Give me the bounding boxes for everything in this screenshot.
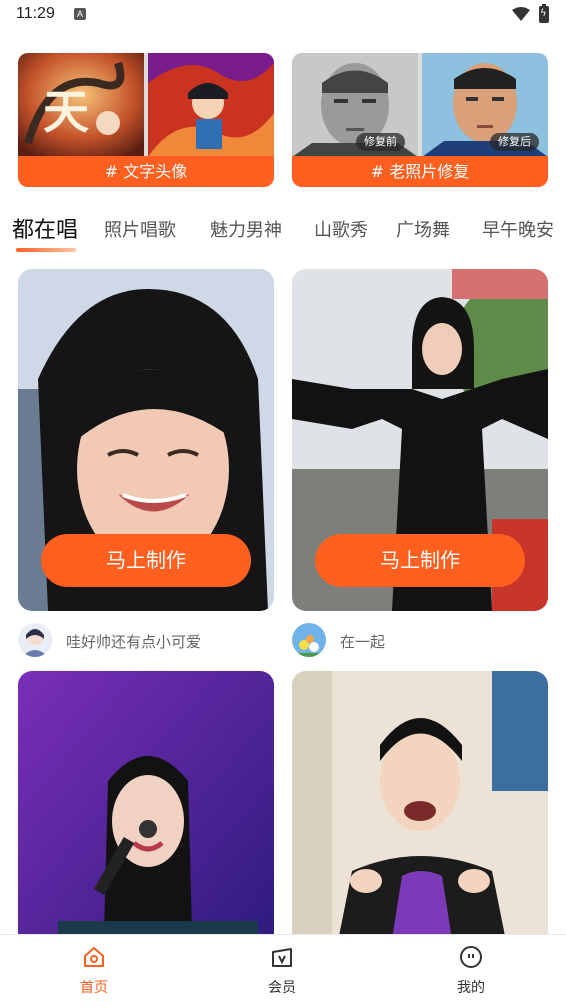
feature-text-avatar[interactable]: 天 # 文字头像 bbox=[18, 53, 274, 187]
tab-charming-men[interactable]: 魅力男神 bbox=[210, 216, 282, 242]
nav-home[interactable]: 首页 bbox=[34, 935, 154, 1007]
tab-greetings[interactable]: 早午晚安 bbox=[482, 216, 554, 242]
creator-name: 哇好帅还有点小可爱 bbox=[66, 633, 202, 651]
feature-text-avatar-label: # 文字头像 bbox=[18, 156, 274, 187]
vip-icon bbox=[272, 948, 292, 967]
bottom-navigation: 首页 会员 我的 bbox=[0, 934, 566, 1007]
status-bar: 11:29 A ϟ bbox=[0, 0, 566, 30]
nav-home-label: 首页 bbox=[80, 980, 108, 996]
creator-name: 在一起 bbox=[340, 633, 386, 651]
video-thumbnail bbox=[18, 671, 274, 971]
nav-profile-label: 我的 bbox=[457, 980, 485, 996]
feature-photo-restore[interactable]: 修复前 修复后 # 老照片修复 bbox=[292, 53, 548, 187]
calligraphy-art: 天 bbox=[43, 85, 89, 139]
video-card[interactable] bbox=[18, 671, 274, 971]
category-tabs: 都在唱 照片唱歌 魅力男神 山歌秀 广场舞 早午晚安 bbox=[0, 208, 566, 254]
text-avatar-sample-image-2 bbox=[148, 53, 274, 157]
tab-folk-songs[interactable]: 山歌秀 bbox=[314, 216, 368, 242]
video-card[interactable]: 马上制作 bbox=[292, 269, 548, 611]
nav-profile[interactable]: 我的 bbox=[411, 935, 531, 1007]
nav-vip-label: 会员 bbox=[268, 980, 296, 996]
creator-row[interactable]: 哇好帅还有点小可爱 bbox=[18, 623, 274, 661]
notification-icon: A bbox=[74, 8, 86, 20]
restore-before-tag: 修复前 bbox=[356, 133, 405, 151]
restore-after-tag: 修复后 bbox=[490, 133, 539, 151]
creator-row[interactable]: 在一起 bbox=[292, 623, 548, 661]
make-now-button[interactable]: 马上制作 bbox=[41, 534, 251, 587]
tab-singing[interactable]: 都在唱 bbox=[12, 212, 78, 244]
profile-icon bbox=[460, 946, 482, 968]
video-card[interactable]: 马上制作 bbox=[18, 269, 274, 611]
active-tab-indicator bbox=[16, 248, 76, 252]
battery-icon: ϟ bbox=[539, 4, 549, 23]
status-time: 11:29 bbox=[16, 5, 55, 22]
creator-avatar bbox=[18, 623, 52, 657]
nav-vip[interactable]: 会员 bbox=[222, 935, 342, 1007]
wifi-icon bbox=[512, 7, 530, 21]
video-card[interactable] bbox=[292, 671, 548, 971]
tab-square-dance[interactable]: 广场舞 bbox=[396, 216, 450, 242]
home-icon bbox=[84, 947, 104, 967]
text-avatar-sample-image: 天 bbox=[18, 53, 144, 157]
creator-avatar bbox=[292, 623, 326, 657]
video-thumbnail bbox=[292, 671, 548, 971]
make-now-button[interactable]: 马上制作 bbox=[315, 534, 525, 587]
tab-photo-singing[interactable]: 照片唱歌 bbox=[104, 216, 176, 242]
feature-photo-restore-label: # 老照片修复 bbox=[292, 156, 548, 187]
